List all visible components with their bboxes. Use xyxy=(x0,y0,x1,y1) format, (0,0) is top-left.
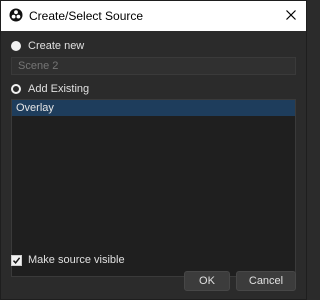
existing-sources-list[interactable]: Overlay xyxy=(11,99,296,277)
cancel-button[interactable]: Cancel xyxy=(236,271,296,291)
close-icon[interactable] xyxy=(282,6,300,24)
title-bar: Create/Select Source xyxy=(1,1,306,31)
add-existing-label: Add Existing xyxy=(28,83,90,95)
dialog-content: Create new Add Existing Overlay Make sou… xyxy=(1,31,306,299)
add-existing-option[interactable]: Add Existing xyxy=(11,81,89,97)
create-new-option[interactable]: Create new xyxy=(11,38,84,54)
list-item-label: Overlay xyxy=(16,102,54,114)
list-item[interactable]: Overlay xyxy=(12,100,295,116)
checkmark-icon xyxy=(12,256,21,264)
ok-button[interactable]: OK xyxy=(184,271,230,291)
make-visible-checkbox[interactable] xyxy=(11,254,22,266)
create-new-label: Create new xyxy=(28,40,85,52)
obs-logo-icon xyxy=(9,8,23,22)
source-name-input[interactable] xyxy=(11,57,296,75)
make-visible-label: Make source visible xyxy=(28,254,125,266)
create-new-radio[interactable] xyxy=(11,41,21,51)
add-existing-radio[interactable] xyxy=(11,84,21,94)
dialog-title: Create/Select Source xyxy=(29,9,144,23)
make-visible-option[interactable]: Make source visible xyxy=(11,254,125,266)
create-select-source-dialog: Create/Select Source Create new Add Exis… xyxy=(0,0,307,300)
